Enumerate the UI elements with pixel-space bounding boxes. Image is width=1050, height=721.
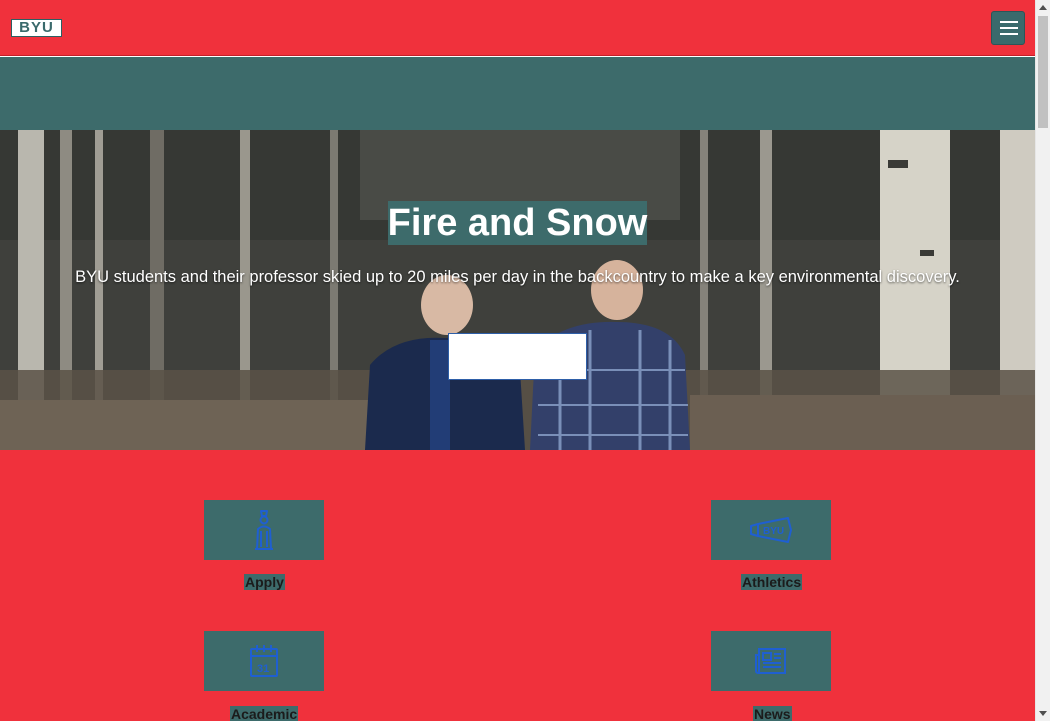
athletics-label[interactable]: Athletics bbox=[741, 574, 803, 590]
svg-text:31: 31 bbox=[257, 663, 269, 675]
scroll-up-arrow-icon[interactable] bbox=[1039, 5, 1047, 10]
academic-tile[interactable]: 31 bbox=[204, 631, 324, 691]
news-tile[interactable] bbox=[711, 631, 831, 691]
byu-megaphone-icon: BYU bbox=[750, 517, 792, 543]
newspaper-icon bbox=[755, 648, 786, 674]
svg-text:BYU: BYU bbox=[763, 526, 784, 537]
top-bar: BYU bbox=[0, 0, 1035, 56]
hamburger-menu-icon bbox=[1000, 21, 1018, 23]
hero-background-image bbox=[0, 130, 1035, 450]
apply-label[interactable]: Apply bbox=[244, 574, 285, 590]
secondary-band bbox=[0, 57, 1035, 130]
athletics-tile[interactable]: BYU bbox=[711, 500, 831, 560]
hero-banner: Fire and Snow BYU students and their pro… bbox=[0, 130, 1035, 450]
graduate-figure-icon bbox=[255, 510, 273, 550]
logo-text: BYU bbox=[19, 19, 54, 36]
hamburger-line bbox=[1000, 33, 1018, 35]
hero-title-wrap: Fire and Snow bbox=[0, 201, 1035, 245]
calendar-icon: 31 bbox=[250, 645, 278, 677]
menu-button[interactable] bbox=[991, 11, 1025, 45]
byu-logo-link[interactable]: BYU bbox=[11, 19, 62, 37]
hero-description: BYU students and their professor skied u… bbox=[75, 268, 960, 286]
quick-links-section: Apply BYU Athletics 31 Academic News bbox=[0, 450, 1035, 721]
hero-cta-button[interactable] bbox=[448, 333, 587, 380]
academic-label[interactable]: Academic bbox=[230, 706, 299, 721]
scrollbar-thumb[interactable] bbox=[1038, 16, 1048, 128]
apply-tile[interactable] bbox=[204, 500, 324, 560]
page-scrollbar[interactable] bbox=[1035, 0, 1050, 721]
hamburger-line bbox=[1000, 27, 1018, 29]
page: BYU Fire and Snow BYU students and their… bbox=[0, 0, 1035, 721]
scroll-down-arrow-icon[interactable] bbox=[1039, 711, 1047, 716]
hero-title: Fire and Snow bbox=[387, 201, 648, 245]
news-label[interactable]: News bbox=[753, 706, 792, 721]
